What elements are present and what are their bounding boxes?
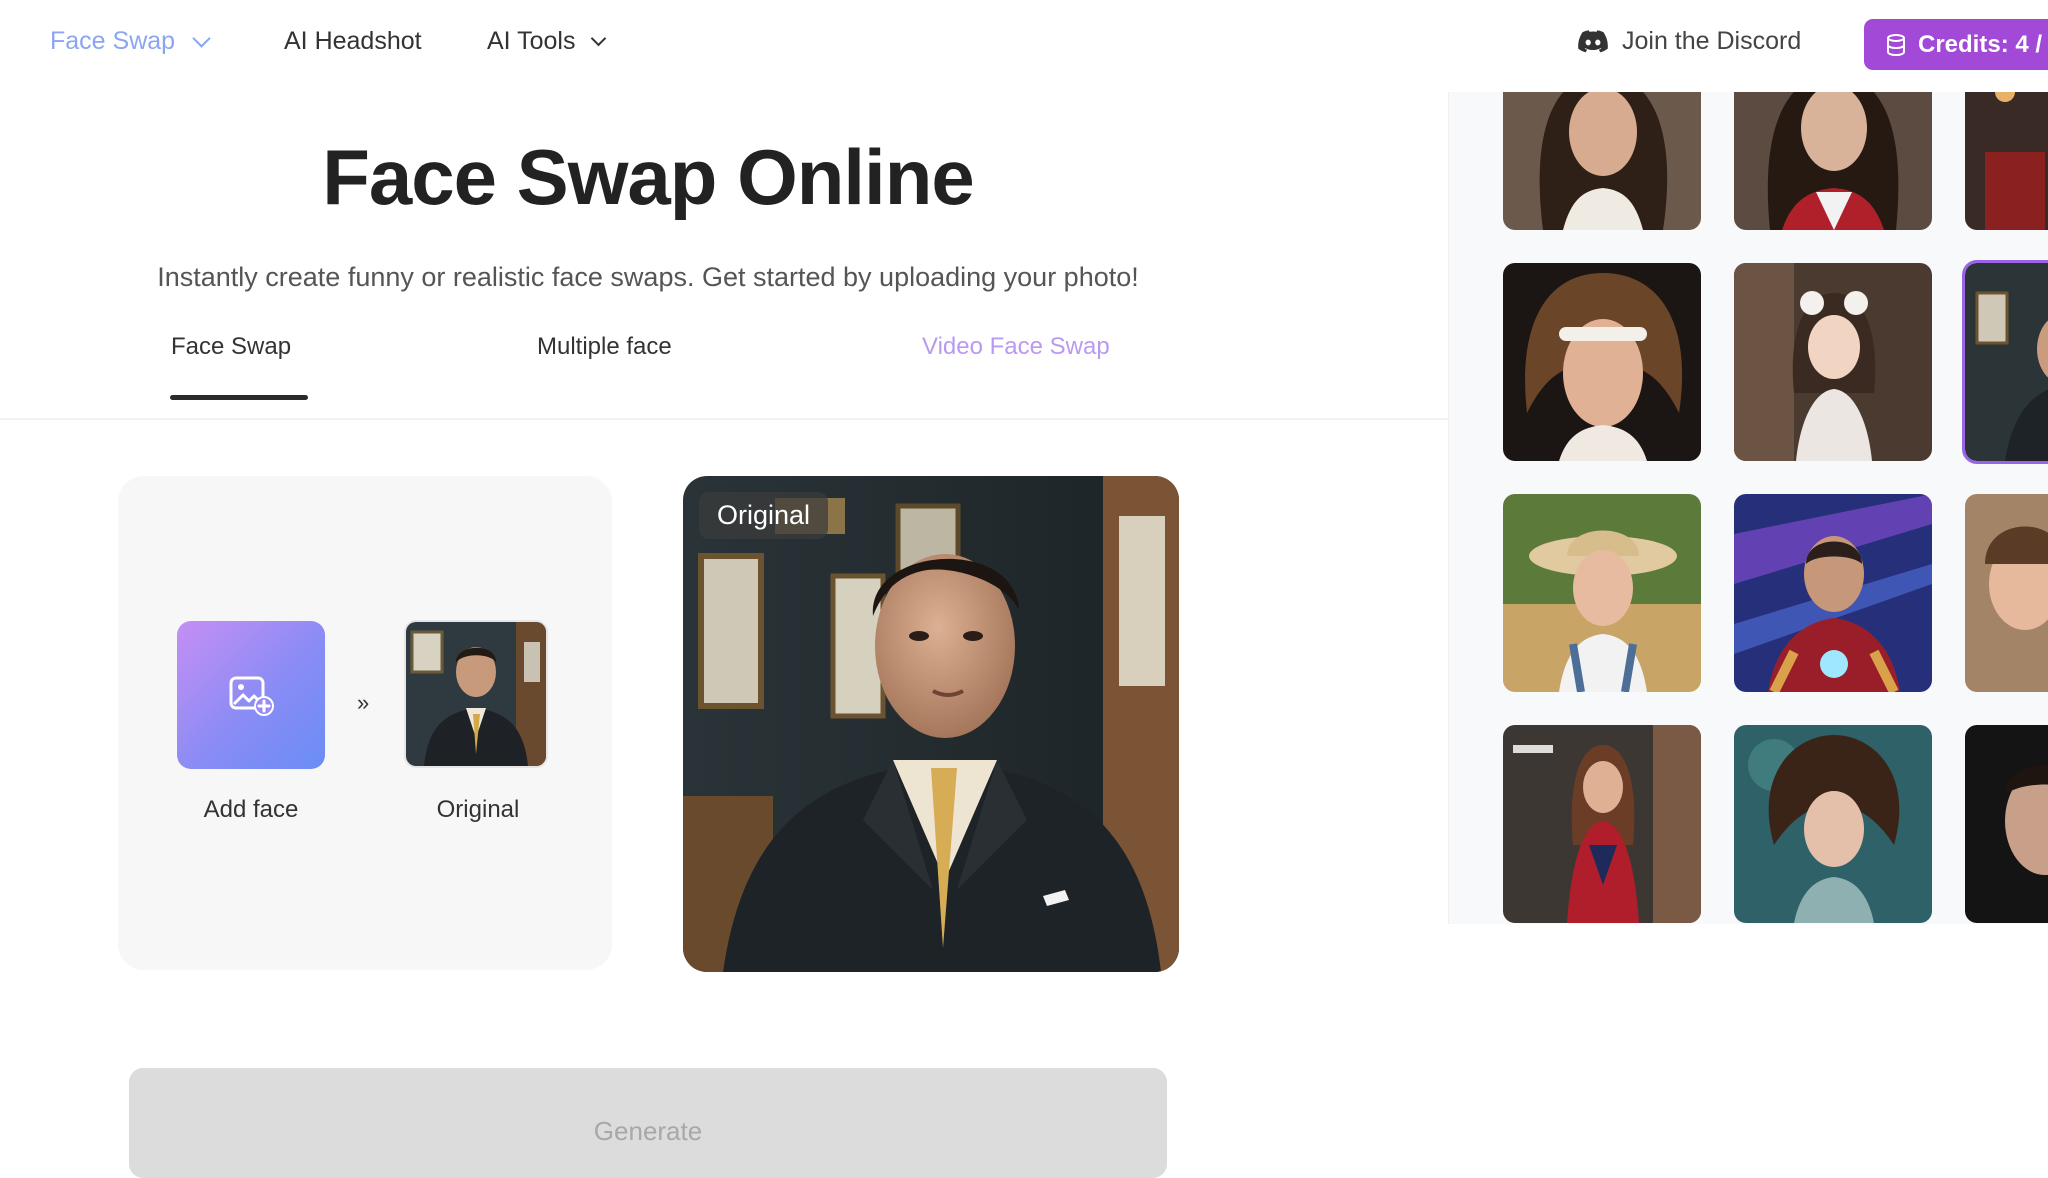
template-item[interactable] (1503, 494, 1701, 692)
template-item[interactable] (1734, 92, 1932, 230)
page-title: Face Swap Online (322, 133, 975, 221)
template-item[interactable] (1965, 725, 2048, 923)
template-image-iron-man (1734, 494, 1932, 692)
nav-face-swap-label: Face Swap (50, 27, 176, 55)
preview-badge: Original (699, 492, 829, 539)
man-in-suit-image (406, 622, 546, 766)
template-image-woman-curly (1503, 92, 1701, 230)
page-subtitle: Instantly create funny or realistic face… (157, 262, 1139, 292)
discord-icon (1578, 29, 1608, 52)
template-gallery (1448, 92, 2048, 924)
add-face-label: Add face (203, 796, 299, 823)
tabs-divider (0, 418, 1450, 420)
template-image-woman-headband (1503, 263, 1701, 461)
template-item[interactable] (1734, 494, 1932, 692)
generate-button[interactable]: Generate (129, 1068, 1167, 1178)
generate-label: Generate (593, 1116, 703, 1146)
template-image-farm-girl (1503, 494, 1701, 692)
nav-ai-tools[interactable]: AI Tools (487, 27, 607, 56)
chevron-down-icon (192, 29, 211, 48)
chevron-down-icon (591, 30, 607, 47)
template-item-selected[interactable] (1962, 260, 2048, 464)
template-image-man-suit (1965, 263, 2048, 461)
credits-label: Credits: 4 / (1918, 30, 2043, 58)
template-image-man-dark (1965, 725, 2048, 923)
discord-label: Join the Discord (1622, 27, 1802, 55)
template-item[interactable] (1503, 725, 1701, 923)
template-item[interactable] (1965, 494, 2048, 692)
nav-ai-headshot-label: AI Headshot (284, 27, 422, 55)
tab-video-face-swap[interactable]: Video Face Swap (922, 333, 1110, 361)
template-image-woman-red-jacket (1734, 92, 1932, 230)
active-tab-indicator (170, 395, 308, 400)
template-item[interactable] (1965, 92, 2048, 230)
nav-ai-headshot[interactable]: AI Headshot (284, 27, 422, 56)
nav-face-swap[interactable]: Face Swap (50, 27, 211, 56)
coin-stack-icon (1887, 33, 1905, 56)
man-in-suit-portrait (683, 476, 1179, 972)
original-thumbnail[interactable] (404, 620, 548, 768)
credits-button[interactable]: Credits: 4 / (1864, 19, 2048, 70)
tab-multiple-face[interactable]: Multiple face (537, 333, 672, 361)
template-item[interactable] (1734, 263, 1932, 461)
add-image-icon (229, 676, 274, 716)
double-chevron-right-icon: » (357, 690, 370, 715)
template-image-maid-girl (1734, 263, 1932, 461)
template-item[interactable] (1503, 92, 1701, 230)
nav-ai-tools-label: AI Tools (487, 27, 576, 55)
join-discord-link[interactable]: Join the Discord (1578, 27, 1801, 56)
preview-image: Original (683, 476, 1179, 972)
top-nav: Face Swap AI Headshot AI Tools Join the … (0, 0, 2048, 92)
original-label: Original (436, 796, 520, 823)
add-face-button[interactable] (177, 621, 325, 769)
template-image-woman-vintage (1965, 494, 2048, 692)
template-image-city-night (1965, 92, 2048, 230)
template-item[interactable] (1503, 263, 1701, 461)
tab-face-swap[interactable]: Face Swap (171, 333, 291, 361)
template-image-underwater-woman (1734, 725, 1932, 923)
template-item[interactable] (1734, 725, 1932, 923)
template-image-spider-woman (1503, 725, 1701, 923)
